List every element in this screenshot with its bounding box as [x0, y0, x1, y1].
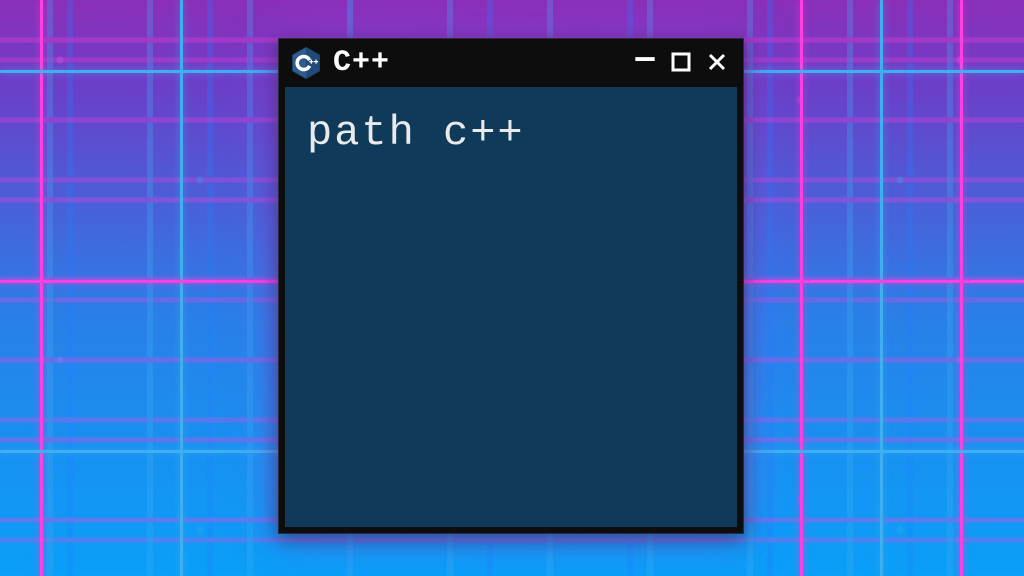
window-title: C++: [333, 46, 619, 80]
minimize-button[interactable]: —: [631, 41, 659, 73]
maximize-button[interactable]: [667, 49, 695, 77]
app-window: C++ — path c++: [278, 38, 744, 534]
window-controls: —: [631, 47, 731, 79]
cpp-icon: [291, 46, 321, 80]
close-button[interactable]: [703, 49, 731, 77]
titlebar[interactable]: C++ —: [279, 39, 743, 87]
terminal-content: path c++: [307, 109, 715, 157]
terminal-area[interactable]: path c++: [285, 87, 737, 527]
